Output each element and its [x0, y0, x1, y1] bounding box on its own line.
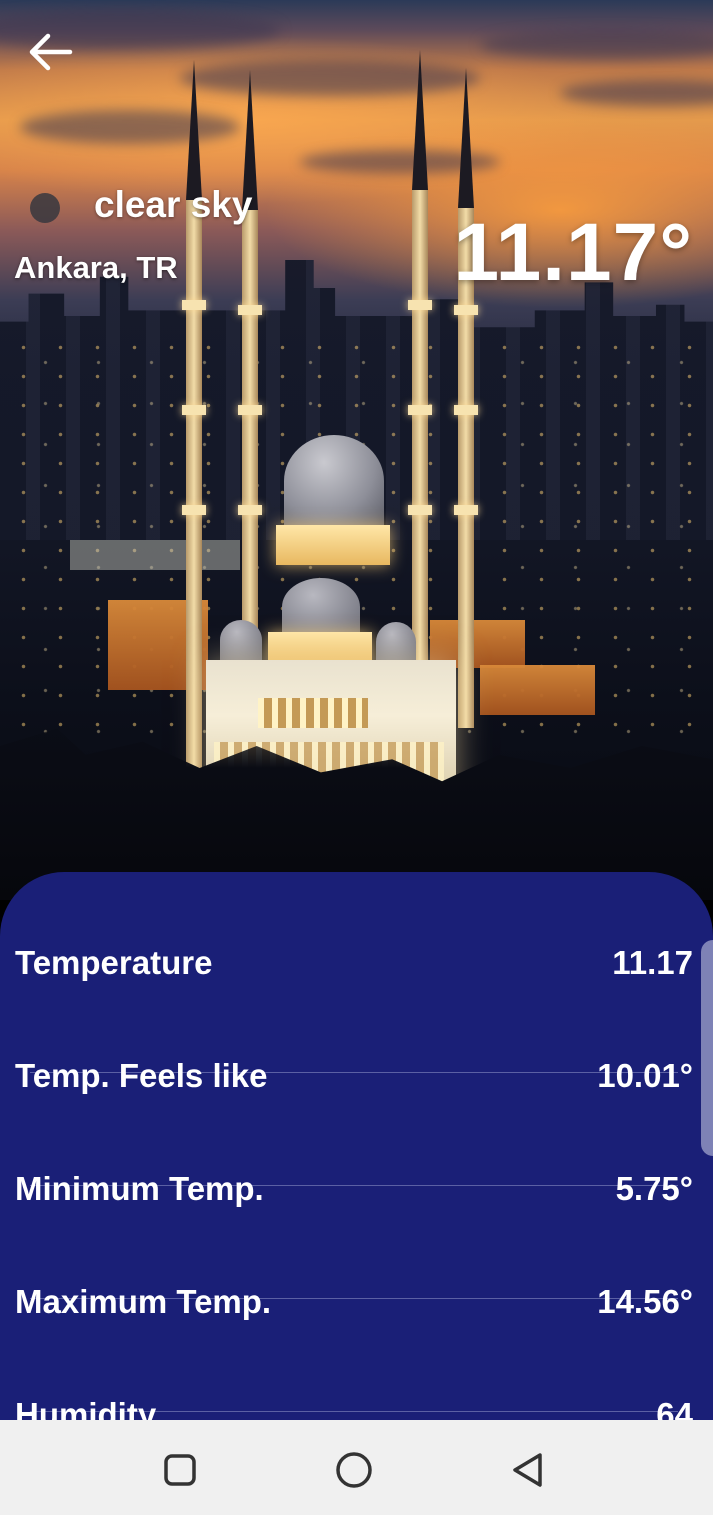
detail-value: 11.17	[612, 944, 693, 981]
city-background-image	[0, 0, 713, 900]
scrollbar-handle[interactable]	[701, 940, 713, 1156]
weather-details-sheet[interactable]: Temperature 11.17 Temp. Feels like 10.01…	[0, 872, 713, 1492]
detail-row-min-temp: Minimum Temp. 5.75°	[0, 1170, 713, 1299]
circle-icon	[336, 1452, 372, 1488]
square-icon	[164, 1454, 196, 1486]
back-button[interactable]	[24, 28, 76, 76]
detail-label: Minimum Temp.	[15, 1170, 264, 1207]
nav-back-button[interactable]	[506, 1448, 550, 1492]
home-button[interactable]	[332, 1448, 376, 1492]
weather-detail-screen: clear sky Ankara, TR 11.17° Temperature …	[0, 0, 713, 1515]
detail-label: Temp. Feels like	[15, 1057, 268, 1094]
detail-label: Maximum Temp.	[15, 1283, 272, 1320]
weather-condition-text: clear sky	[94, 184, 253, 225]
arrow-left-icon	[29, 33, 73, 71]
detail-row-max-temp: Maximum Temp. 14.56°	[0, 1283, 713, 1412]
detail-value: 14.56°	[597, 1283, 693, 1320]
weather-condition-icon	[30, 193, 60, 223]
detail-value: 10.01°	[597, 1057, 693, 1094]
detail-value: 5.75°	[615, 1170, 693, 1207]
detail-row-feels-like: Temp. Feels like 10.01°	[0, 1057, 713, 1186]
current-temperature: 11.17°	[453, 207, 693, 298]
detail-row-temperature: Temperature 11.17	[0, 944, 713, 1073]
detail-label: Temperature	[15, 944, 213, 981]
recents-button[interactable]	[158, 1448, 202, 1492]
location-label: Ankara, TR	[14, 250, 178, 285]
triangle-back-icon	[513, 1453, 542, 1487]
system-navigation-bar	[0, 1420, 713, 1515]
